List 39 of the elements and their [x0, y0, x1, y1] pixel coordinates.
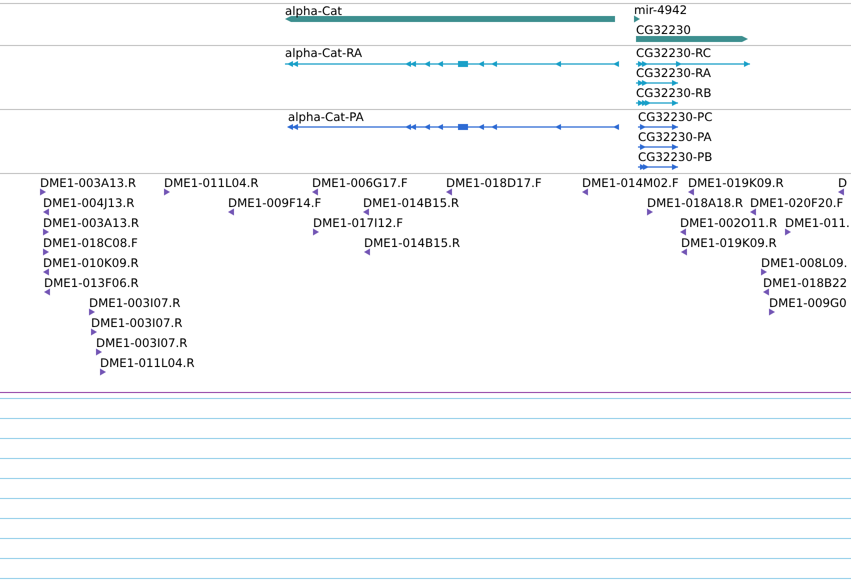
feature-label: DME1-003I07.R	[89, 296, 180, 310]
feature-label: DME1-003A13.R	[43, 216, 140, 230]
feature-label: DME1-020F20.F	[750, 196, 844, 210]
feature-label: CG32230-PC	[638, 110, 713, 124]
feature-label: DME1-019K09.R	[688, 176, 784, 190]
feature-label: DME1-011L04.R	[100, 356, 195, 370]
feature-label: DME1-018D17.F	[446, 176, 542, 190]
feature-label: DME1-017I12.F	[313, 216, 404, 230]
feature-label: DME1-010K09.R	[43, 256, 139, 270]
feature-label: DME1-002O11.R	[680, 216, 778, 230]
feature-label: DME1-018C08.F	[43, 236, 138, 250]
feature-label: D	[838, 176, 848, 190]
feature-label: CG32230-PA	[638, 130, 712, 144]
feature-label: DME1-018B22	[763, 276, 848, 290]
feature-label: alpha-Cat	[285, 4, 342, 18]
feature-label: DME1-011.	[785, 216, 850, 230]
feature-label: mir-4942	[634, 3, 688, 17]
feature-label: DME1-003I07.R	[91, 316, 182, 330]
feature-label: CG32230-RC	[636, 46, 712, 60]
feature-label: DME1-019K09.R	[681, 236, 777, 250]
feature-label: DME1-011L04.R	[164, 176, 259, 190]
feature-label: DME1-018A18.R	[647, 196, 744, 210]
feature-label: DME1-004J13.R	[43, 196, 134, 210]
feature-label: CG32230-RB	[636, 86, 712, 100]
feature-label: CG32230-RA	[636, 66, 711, 80]
feature-label: DME1-014M02.F	[582, 176, 679, 190]
feature-label: CG32230	[636, 23, 691, 37]
feature-label: DME1-006G17.F	[312, 176, 408, 190]
feature-label: DME1-003A13.R	[40, 176, 136, 190]
feature-label: DME1-014B15.R	[364, 236, 460, 250]
feature-label: DME1-003I07.R	[96, 336, 188, 350]
feature-label: alpha-Cat-RA	[285, 46, 362, 60]
feature-label: DME1-014B15.R	[363, 196, 460, 210]
feature-label: DME1-013F06.R	[44, 276, 139, 290]
feature-label: DME1-009F14.F	[228, 196, 322, 210]
feature-label: alpha-Cat-PA	[288, 110, 364, 124]
feature-label: CG32230-PB	[638, 150, 712, 164]
feature-label: DME1-009G0	[769, 296, 847, 310]
feature-label: DME1-008L09.	[761, 256, 848, 270]
